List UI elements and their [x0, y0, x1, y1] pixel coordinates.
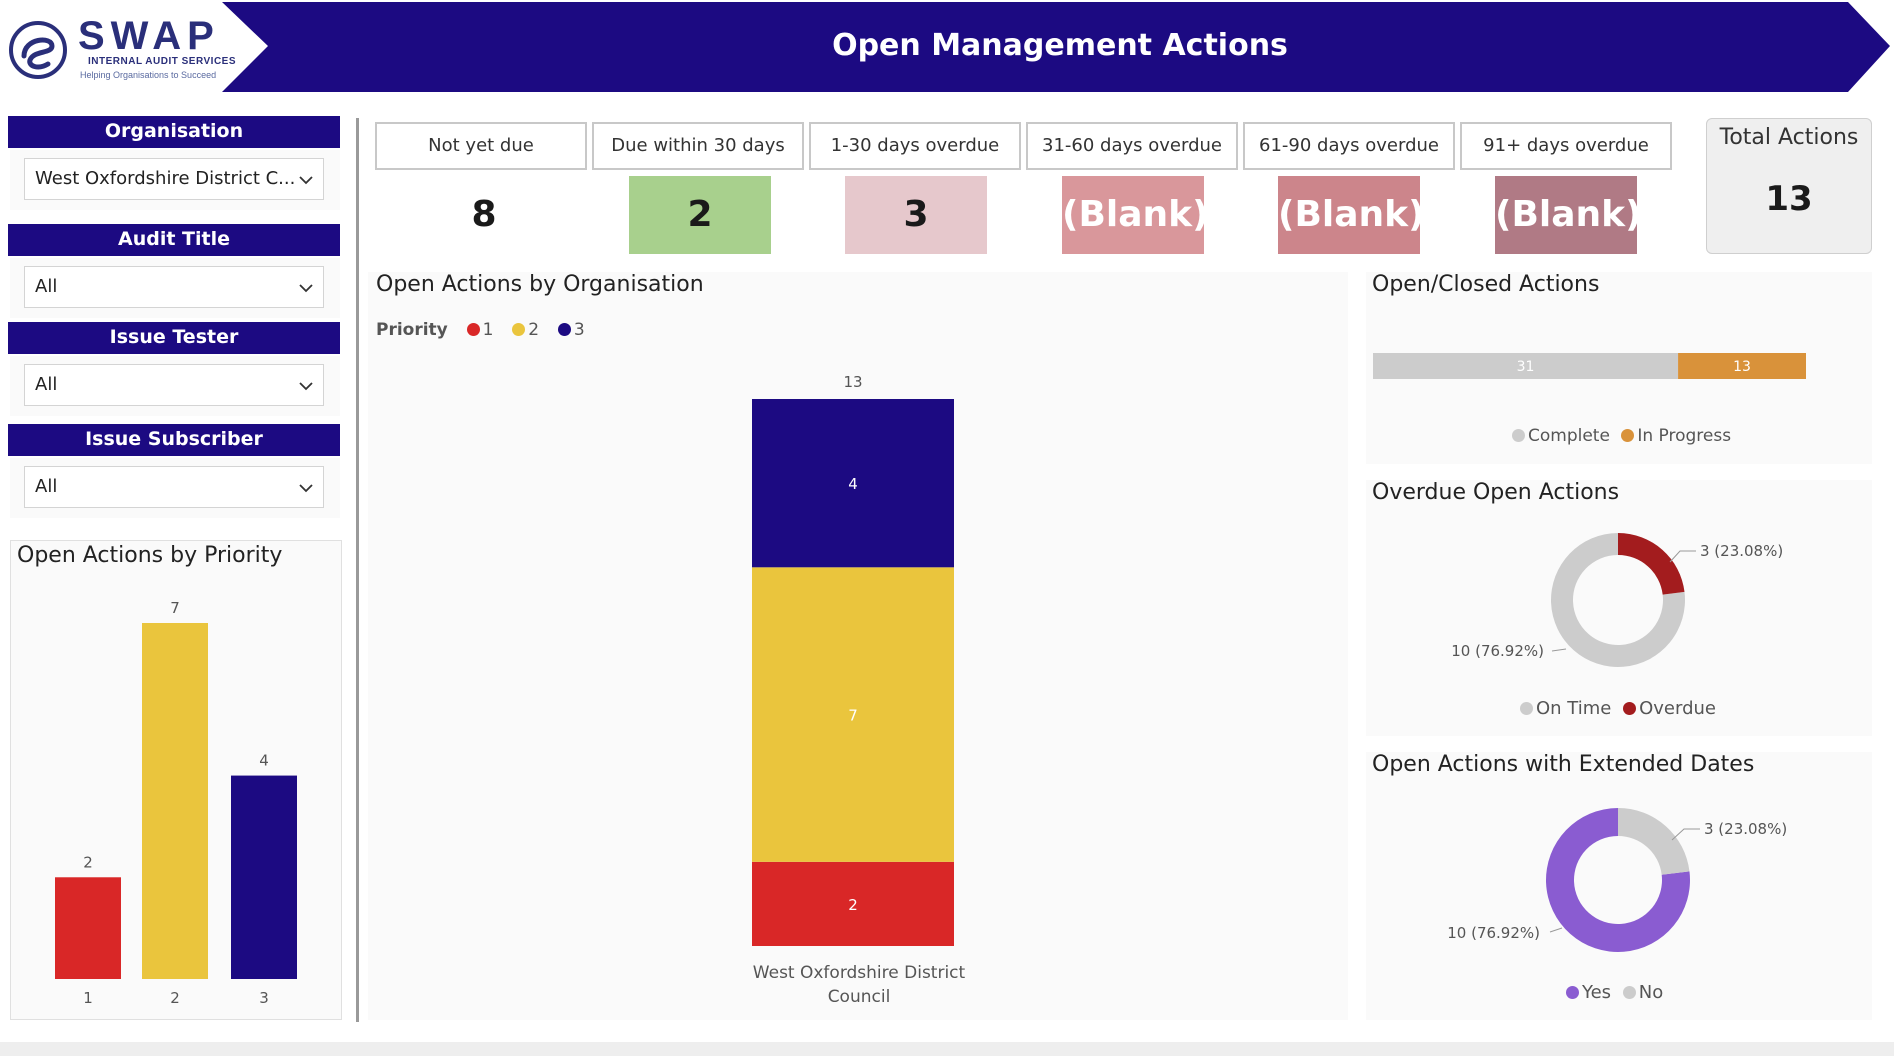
legend-dot-yes — [1566, 986, 1579, 999]
overdue-leader-line — [1669, 550, 1696, 563]
organisation-bar-segment-label: 7 — [848, 707, 858, 725]
kpi-1-30-overdue-value: 3 — [845, 176, 987, 254]
legend-label-complete: Complete — [1528, 426, 1610, 446]
legend-dot-no — [1622, 986, 1636, 999]
priority-bar-2 — [142, 623, 208, 979]
slicer-issue-subscriber-panel: All — [10, 458, 340, 518]
priority-bar-value-label: 4 — [259, 752, 269, 770]
kpi-61-90-overdue-label: 61-90 days overdue — [1243, 122, 1455, 170]
kpi-61-90-overdue-value: (Blank) — [1278, 176, 1425, 254]
open-closed-panel: Open/Closed Actions 31 13 Complete In Pro… — [1366, 272, 1872, 464]
issue-subscriber-dropdown-value: All — [35, 476, 58, 497]
organisation-axis-category-label: West Oxfordshire District — [753, 963, 966, 983]
issue-tester-dropdown-value: All — [35, 374, 58, 395]
slicer-audit-title-panel: All — [10, 258, 340, 318]
extended-leader-line — [1549, 927, 1563, 933]
priority-axis-tick-label: 1 — [83, 989, 93, 1007]
slicer-issue-subscriber-title: Issue Subscriber — [8, 424, 340, 456]
total-actions-label: Total Actions — [1719, 125, 1859, 150]
brand-wordmark: SWAP — [78, 14, 220, 58]
kpi-91-plus-overdue-label: 91+ days overdue — [1460, 122, 1672, 170]
slicer-audit-title-title: Audit Title — [8, 224, 340, 256]
organisation-stacked-bar-chart: 2 7 4 13 West Oxfordshire District Council — [752, 373, 966, 1007]
overdue-slice-overdue — [1618, 533, 1685, 595]
organisation-axis-category-label: Council — [828, 987, 891, 1007]
overdue-legend: On Time Overdue — [1520, 698, 1716, 719]
organisation-dropdown-value: West Oxfordshire District C... — [35, 168, 296, 189]
audit-title-dropdown-value: All — [35, 276, 58, 297]
legend-dot-overdue — [1623, 702, 1637, 715]
priority-chart-panel: Open Actions by Priority 217243 — [10, 540, 342, 1020]
slicer-issue-tester-panel: All — [10, 356, 340, 416]
organisation-chart-panel: Open Actions by Organisation Priority 1 … — [368, 272, 1348, 1020]
open-closed-bar-value-label: 13 — [1733, 359, 1751, 375]
chevron-down-icon — [299, 382, 313, 391]
legend-label-no: No — [1638, 982, 1664, 1003]
kpi-due-within-30-label: Due within 30 days — [592, 122, 804, 170]
kpi-due-within-30-value: 2 — [629, 176, 771, 254]
page-title: Open Management Actions — [832, 28, 1288, 63]
section-divider — [356, 118, 359, 1022]
kpi-91-plus-overdue-value: (Blank) — [1495, 176, 1642, 254]
brand-subtitle: INTERNAL AUDIT SERVICES — [88, 56, 236, 67]
organisation-bar-total-label: 13 — [843, 373, 862, 391]
priority-bar-chart: 2 1 7 2 4 3 — [55, 599, 297, 1007]
open-closed-bar-value-label: 31 — [1517, 359, 1535, 375]
extended-slice-label: 3 (23.08%) — [1704, 820, 1787, 838]
extended-dates-donut-chart: 3 (23.08%) 10 (76.92%) — [1447, 808, 1787, 952]
overdue-leader-line — [1551, 648, 1567, 652]
report-header: SWAP INTERNAL AUDIT SERVICES Helping Org… — [0, 0, 1894, 100]
overdue-slice-label: 10 (76.92%) — [1451, 642, 1544, 660]
organisation-bar-segment-label: 4 — [848, 475, 858, 493]
priority-axis-tick-label: 3 — [259, 989, 269, 1007]
priority-axis-tick-label: 2 — [170, 989, 180, 1007]
organisation-dropdown[interactable]: West Oxfordshire District C... — [24, 158, 324, 200]
legend-dot-in-progress — [1621, 429, 1635, 442]
legend-label-on-time: On Time — [1536, 698, 1612, 719]
priority-bar-1 — [55, 877, 121, 979]
audit-title-dropdown[interactable]: All — [24, 266, 324, 308]
issue-tester-dropdown[interactable]: All — [24, 364, 324, 406]
priority-bar-value-label: 2 — [83, 853, 93, 871]
slicer-organisation-panel: West Oxfordshire District C... — [10, 150, 340, 210]
kpi-31-60-overdue-value: (Blank) — [1062, 176, 1209, 254]
slicer-organisation-title: Organisation — [8, 116, 340, 148]
extended-slice-label: 10 (76.92%) — [1447, 924, 1540, 942]
legend-label-yes: Yes — [1582, 982, 1612, 1003]
total-actions-card: Total Actions 13 — [1706, 118, 1872, 254]
legend-label-in-progress: In Progress — [1637, 426, 1732, 446]
extended-slice-no — [1618, 808, 1690, 875]
kpi-1-30-overdue-label: 1-30 days overdue — [809, 122, 1021, 170]
kpi-not-yet-due-label: Not yet due — [375, 122, 587, 170]
extended-dates-legend: Yes No — [1566, 982, 1663, 1003]
legend-dot-on-time — [1520, 702, 1533, 715]
legend-dot-complete — [1512, 429, 1525, 442]
priority-bar-value-label: 7 — [170, 599, 180, 617]
legend-label-overdue: Overdue — [1639, 698, 1716, 719]
overdue-panel: Overdue Open Actions 3 (23.08%) 10 (76.92… — [1366, 480, 1872, 736]
open-closed-legend: Complete In Progress — [1512, 426, 1731, 446]
page-footer-bar — [0, 1042, 1894, 1056]
issue-subscriber-dropdown[interactable]: All — [24, 466, 324, 508]
extended-dates-panel: Open Actions with Extended Dates 3 (23.0… — [1366, 752, 1872, 1020]
kpi-not-yet-due-value: 8 — [413, 176, 555, 254]
brand-tagline: Helping Organisations to Succeed — [80, 70, 217, 80]
slicer-issue-tester-title: Issue Tester — [8, 322, 340, 354]
total-actions-value: 13 — [1765, 179, 1813, 219]
organisation-bar-segment-label: 2 — [848, 896, 858, 914]
kpi-31-60-overdue-label: 31-60 days overdue — [1026, 122, 1238, 170]
overdue-slice-label: 3 (23.08%) — [1700, 542, 1783, 560]
priority-bar-3 — [231, 775, 297, 979]
chevron-down-icon — [299, 284, 313, 293]
chevron-down-icon — [299, 484, 313, 493]
chevron-down-icon — [299, 176, 313, 185]
swap-logo-icon — [9, 21, 67, 79]
